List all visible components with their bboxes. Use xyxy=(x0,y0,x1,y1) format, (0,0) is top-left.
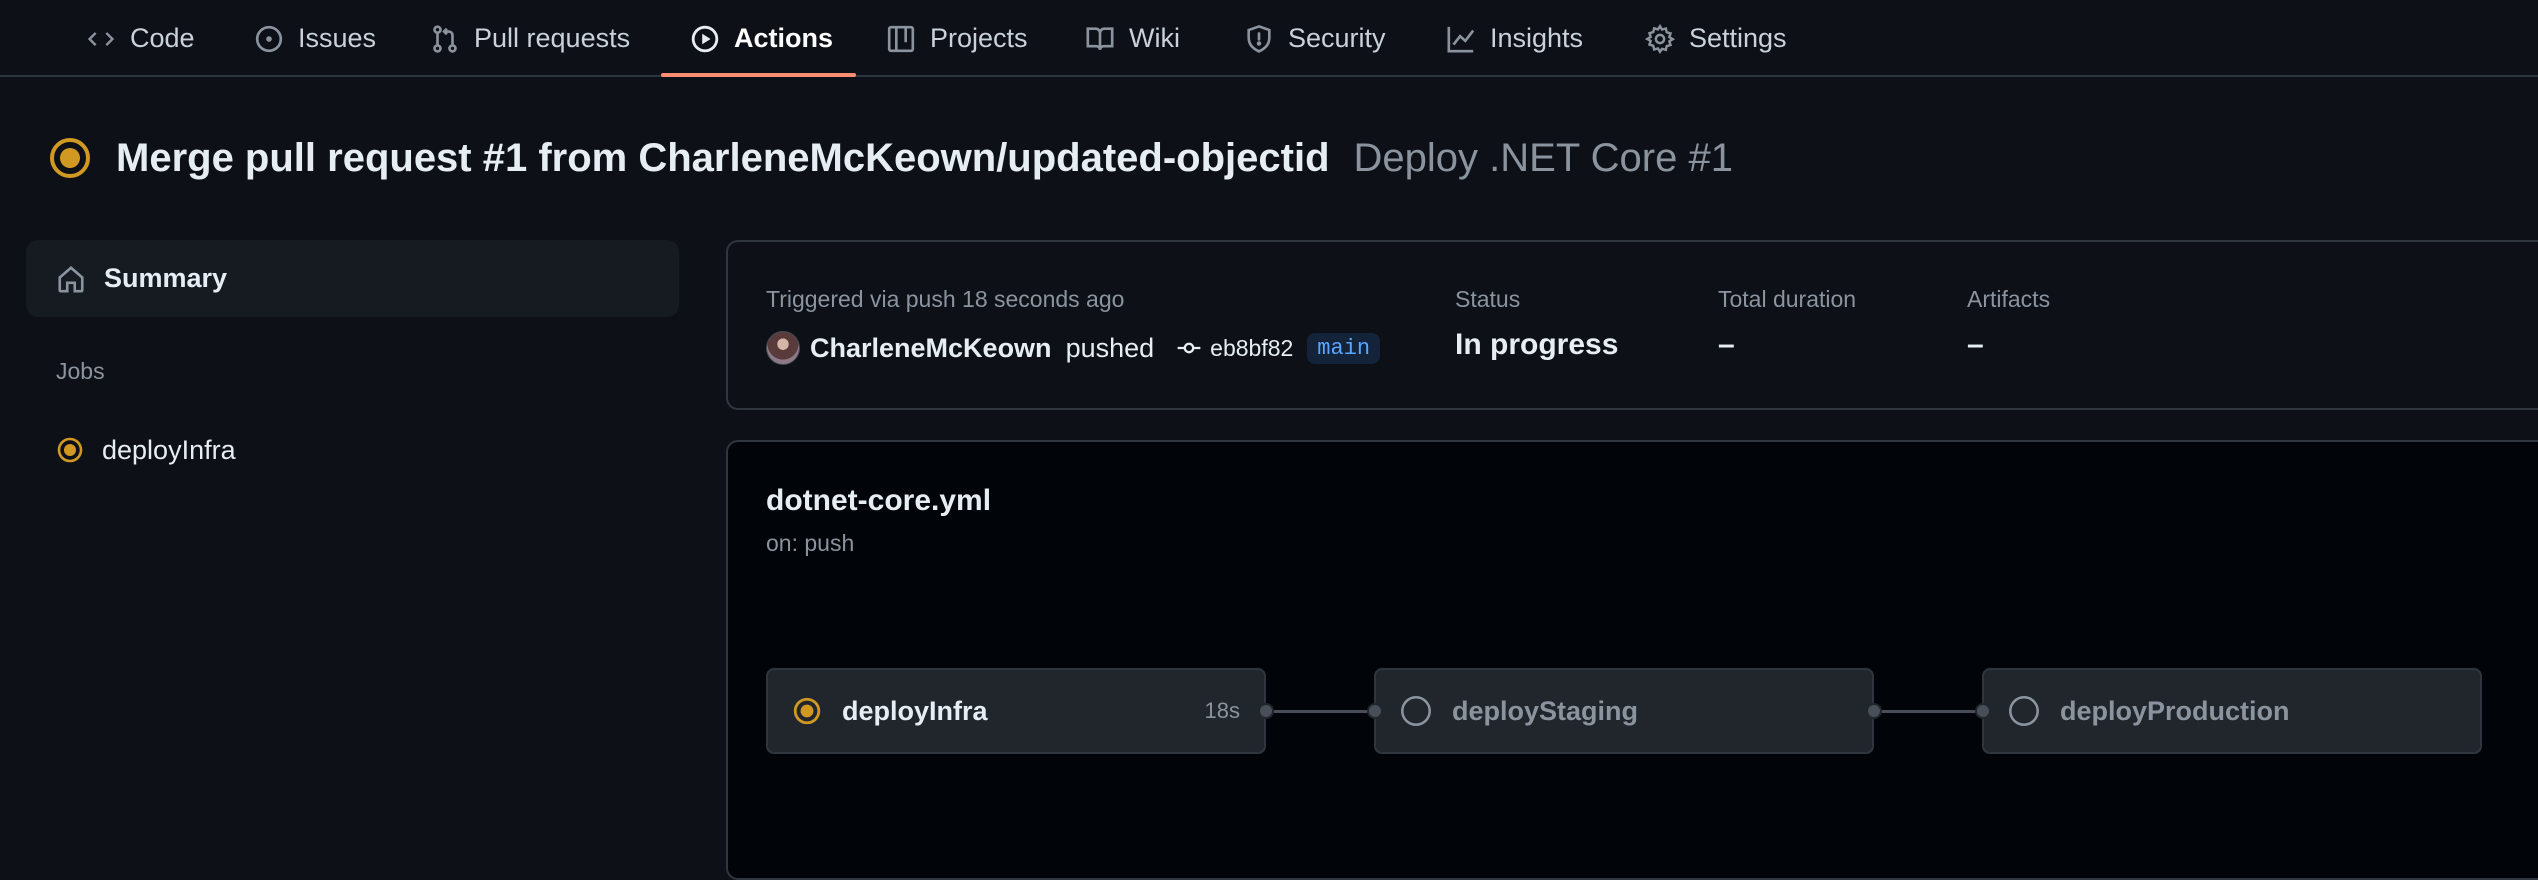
trigger-text: Triggered via push 18 seconds ago xyxy=(766,286,1125,312)
sidebar-jobs-heading: Jobs xyxy=(56,358,105,384)
commit-sha: eb8bf82 xyxy=(1210,334,1294,361)
active-tab-underline xyxy=(661,73,856,77)
book-icon xyxy=(1086,26,1114,50)
sidebar-summary-item[interactable]: Summary xyxy=(26,240,679,317)
tab-label: Code xyxy=(130,23,195,53)
status-value: In progress xyxy=(1455,328,1619,361)
git-commit-icon xyxy=(1177,342,1201,354)
graph-icon xyxy=(1447,26,1475,52)
artifacts-value: – xyxy=(1967,328,1984,361)
play-icon xyxy=(691,25,719,52)
tab-code[interactable]: Code xyxy=(86,0,195,77)
tab-label: Actions xyxy=(734,23,834,53)
home-icon xyxy=(58,265,84,292)
pending-status-icon xyxy=(2009,696,2039,726)
in-progress-status-icon xyxy=(50,138,90,178)
status-label: Status xyxy=(1455,286,1521,312)
job-duration: 18s xyxy=(1204,698,1240,723)
sidebar-job-label: deployInfra xyxy=(102,434,236,465)
job-connector xyxy=(1874,710,1984,713)
tab-label: Issues xyxy=(298,23,377,53)
tab-settings[interactable]: Settings xyxy=(1645,0,1787,77)
workflow-file-name: dotnet-core.yml xyxy=(766,484,992,517)
avatar[interactable] xyxy=(766,331,800,365)
run-workflow-number: Deploy .NET Core #1 xyxy=(1353,135,1733,180)
shield-icon xyxy=(1247,24,1271,53)
workflow-graph-card xyxy=(726,440,2538,880)
repo-nav: Code Issues Pull requests Actions Projec… xyxy=(0,0,2538,77)
workflow-trigger: on: push xyxy=(766,530,855,556)
tab-security[interactable]: Security xyxy=(1244,0,1386,77)
duration-label: Total duration xyxy=(1718,286,1857,312)
pending-status-icon xyxy=(1401,696,1431,726)
tab-insights[interactable]: Insights xyxy=(1446,0,1583,77)
tab-label: Wiki xyxy=(1129,23,1180,53)
run-summary-card xyxy=(726,240,2538,410)
in-progress-status-icon xyxy=(57,437,83,463)
duration-value: – xyxy=(1718,328,1735,361)
code-icon xyxy=(87,31,115,46)
branch-badge[interactable]: main xyxy=(1307,332,1381,364)
gear-icon xyxy=(1645,23,1675,54)
commit-link[interactable]: eb8bf82 xyxy=(1176,335,1293,362)
job-node-deploystaging[interactable]: deployStaging xyxy=(1374,668,1874,754)
job-node-deployinfra[interactable]: deployInfra 18s xyxy=(766,668,1266,754)
connector-dot xyxy=(1975,703,1991,719)
issue-opened-icon xyxy=(255,25,283,52)
tab-label: Pull requests xyxy=(474,23,631,53)
job-name: deployInfra xyxy=(842,695,988,726)
connector-dot xyxy=(1258,703,1274,719)
job-node-deployproduction[interactable]: deployProduction xyxy=(1982,668,2482,754)
artifacts-label: Artifacts xyxy=(1967,286,2051,312)
tab-issues[interactable]: Issues xyxy=(254,0,376,77)
tab-label: Settings xyxy=(1689,23,1787,53)
in-progress-status-icon xyxy=(793,697,821,725)
sidebar-job-deployinfra[interactable]: deployInfra xyxy=(56,428,236,472)
connector-dot xyxy=(1866,703,1882,719)
job-connector xyxy=(1266,710,1376,713)
run-title: Merge pull request #1 from CharleneMcKeo… xyxy=(116,135,1330,180)
actor-link[interactable]: CharleneMcKeown xyxy=(810,333,1052,364)
connector-dot xyxy=(1367,703,1383,719)
tab-actions[interactable]: Actions xyxy=(690,0,833,77)
tab-label: Projects xyxy=(930,23,1028,53)
run-header: Merge pull request #1 from CharleneMcKeo… xyxy=(48,128,1733,188)
trigger-details: CharleneMcKeown pushed eb8bf82 main xyxy=(766,330,1381,366)
tab-label: Insights xyxy=(1490,23,1584,53)
tab-wiki[interactable]: Wiki xyxy=(1085,0,1180,77)
trigger-action: pushed xyxy=(1065,332,1155,363)
tab-label: Security xyxy=(1288,23,1386,53)
git-pull-request-icon xyxy=(433,24,457,53)
table-icon xyxy=(887,25,915,52)
sidebar-summary-label: Summary xyxy=(104,263,228,293)
job-name: deployProduction xyxy=(2060,695,2290,726)
tab-projects[interactable]: Projects xyxy=(886,0,1028,77)
tab-pull-requests[interactable]: Pull requests xyxy=(430,0,630,77)
job-name: deployStaging xyxy=(1452,695,1639,726)
